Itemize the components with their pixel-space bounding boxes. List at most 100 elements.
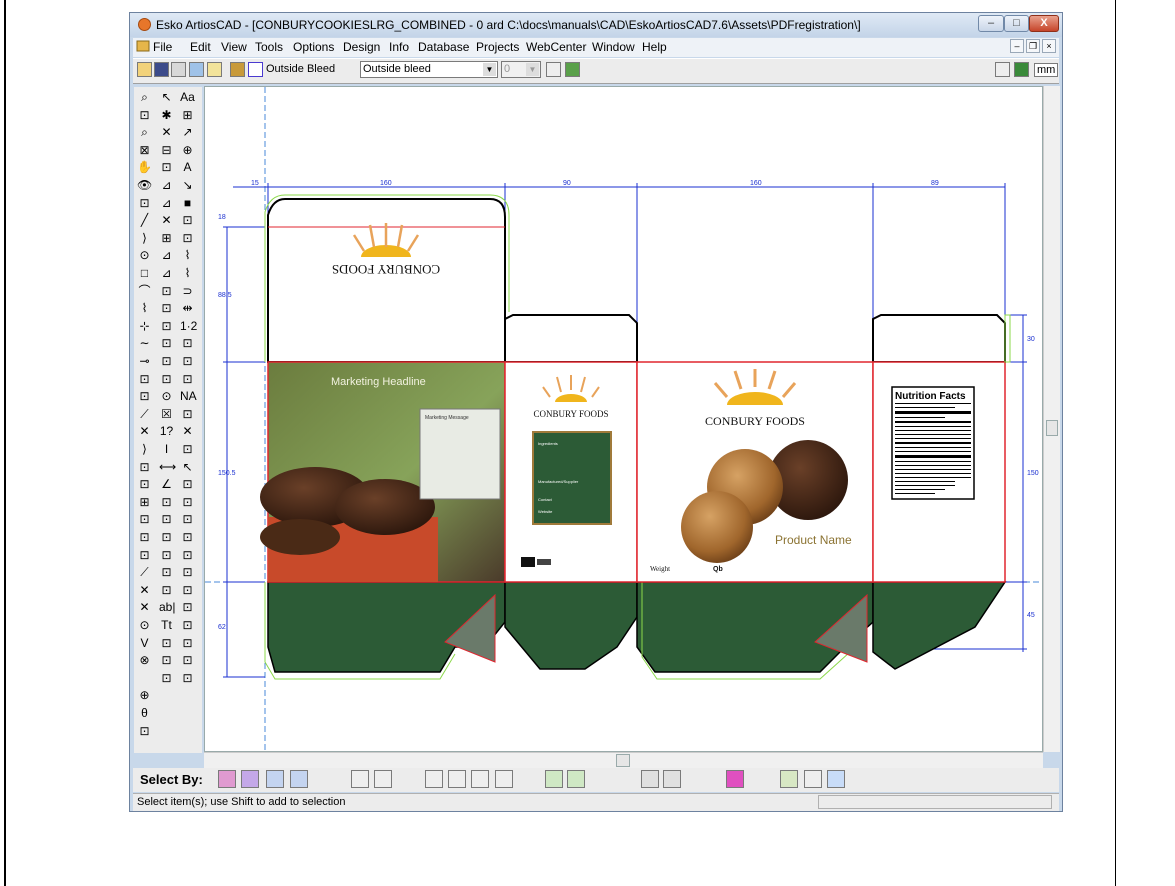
layer-toggle-icon[interactable]: [565, 62, 580, 77]
palette-tool-icon[interactable]: ⊡: [180, 371, 195, 387]
palette-tool-icon[interactable]: ⊡: [180, 212, 195, 228]
palette-tool-icon[interactable]: ⊠: [137, 142, 152, 158]
units-button[interactable]: mm: [1034, 63, 1059, 77]
menu-design[interactable]: Design: [343, 40, 380, 54]
grid-select-icon[interactable]: [545, 770, 563, 788]
palette-tool-icon[interactable]: ⊡: [137, 723, 152, 739]
vertical-scroll-thumb[interactable]: [1046, 420, 1058, 436]
palette-tool-icon[interactable]: ⊡: [180, 529, 195, 545]
palette-tool-icon[interactable]: ✕: [180, 423, 195, 439]
palette-tool-icon[interactable]: ⌒: [137, 283, 152, 299]
menu-view[interactable]: View: [221, 40, 247, 54]
palette-tool-icon[interactable]: ⊡: [180, 335, 195, 351]
palette-tool-icon[interactable]: ⊡: [137, 547, 152, 563]
layer-icon[interactable]: [546, 62, 561, 77]
palette-tool-icon[interactable]: ∠: [159, 476, 174, 492]
palette-tool-icon[interactable]: ⊡: [159, 159, 174, 175]
palette-tool-icon[interactable]: ⊡: [137, 511, 152, 527]
palette-tool-icon[interactable]: ⊡: [180, 617, 195, 633]
frame-select-icon[interactable]: [780, 770, 798, 788]
palette-tool-icon[interactable]: ⊡: [159, 529, 174, 545]
vertical-scrollbar[interactable]: [1043, 86, 1060, 752]
palette-tool-icon[interactable]: ⊡: [159, 300, 174, 316]
palette-tool-icon[interactable]: ⊡: [180, 230, 195, 246]
palette-tool-icon[interactable]: ⌇: [180, 247, 195, 263]
select-item-icon[interactable]: [218, 770, 236, 788]
pointer-add-icon[interactable]: [374, 770, 392, 788]
palette-tool-icon[interactable]: ⊿: [159, 247, 174, 263]
palette-tool-icon[interactable]: ab|: [159, 599, 175, 615]
palette-tool-icon[interactable]: □: [137, 265, 152, 281]
menu-file[interactable]: File: [153, 40, 172, 54]
palette-tool-icon[interactable]: ✕: [159, 124, 174, 140]
menu-window[interactable]: Window: [592, 40, 635, 54]
palette-tool-icon[interactable]: ⊡: [159, 353, 174, 369]
minimize-button[interactable]: –: [978, 15, 1004, 32]
outside-bleed-icon[interactable]: [248, 62, 263, 77]
palette-tool-icon[interactable]: ⊡: [159, 283, 174, 299]
palette-tool-icon[interactable]: ⊡: [180, 582, 195, 598]
palette-tool-icon[interactable]: ⇹: [180, 300, 195, 316]
palette-tool-icon[interactable]: ✕: [137, 582, 152, 598]
palette-tool-icon[interactable]: ✋: [137, 159, 152, 175]
palette-tool-icon[interactable]: ⊡: [180, 494, 195, 510]
palette-tool-icon[interactable]: ⊡: [159, 670, 174, 686]
menu-help[interactable]: Help: [642, 40, 667, 54]
palette-tool-icon[interactable]: ⊡: [180, 476, 195, 492]
palette-tool-icon[interactable]: ⊕: [137, 687, 152, 703]
palette-tool-icon[interactable]: ⊡: [137, 388, 152, 404]
palette-tool-icon[interactable]: ⊙: [137, 247, 152, 263]
palette-tool-icon[interactable]: ⊡: [159, 582, 174, 598]
save-icon[interactable]: [154, 62, 169, 77]
palette-tool-icon[interactable]: ⊡: [159, 564, 174, 580]
palette-tool-icon[interactable]: Tt: [159, 617, 174, 633]
palette-tool-icon[interactable]: ⊹: [137, 318, 152, 334]
menu-info[interactable]: Info: [389, 40, 409, 54]
palette-tool-icon[interactable]: ✱: [159, 107, 174, 123]
palette-tool-icon[interactable]: ✕: [137, 423, 152, 439]
palette-tool-icon[interactable]: ⟋: [137, 406, 152, 422]
mdi-close-button[interactable]: ×: [1042, 39, 1056, 53]
palette-tool-icon[interactable]: ↘: [180, 177, 195, 193]
mdi-minimize-button[interactable]: –: [1010, 39, 1024, 53]
palette-tool-icon[interactable]: ⊡: [137, 476, 152, 492]
palette-tool-icon[interactable]: ⊙: [137, 617, 152, 633]
arc-select-icon[interactable]: [641, 770, 659, 788]
palette-tool-icon[interactable]: ⌇: [180, 265, 195, 281]
palette-tool-icon[interactable]: ⊡: [180, 441, 195, 457]
palette-tool-icon[interactable]: ⊸: [137, 353, 152, 369]
palette-tool-icon[interactable]: ⌕: [137, 124, 152, 140]
menu-database[interactable]: Database: [418, 40, 469, 54]
number-select[interactable]: 0 ▼: [501, 61, 541, 78]
menu-tools[interactable]: Tools: [255, 40, 283, 54]
palette-tool-icon[interactable]: ✕: [159, 212, 174, 228]
palette-tool-icon[interactable]: A: [180, 159, 195, 175]
title-bar[interactable]: Esko ArtiosCAD - [CONBURYCOOKIESLRG_COMB…: [130, 13, 1062, 37]
palette-tool-icon[interactable]: ⊡: [180, 511, 195, 527]
palette-tool-icon[interactable]: ✕: [137, 599, 152, 615]
app-icon[interactable]: [138, 18, 151, 31]
close-button[interactable]: X: [1029, 15, 1059, 32]
palette-tool-icon[interactable]: ⊡: [159, 652, 174, 668]
palette-tool-icon[interactable]: ⊗: [137, 652, 152, 668]
palette-tool-icon[interactable]: ⊡: [137, 107, 152, 123]
palette-tool-icon[interactable]: ⊡: [180, 353, 195, 369]
pointer-icon[interactable]: [351, 770, 369, 788]
select-connected-icon[interactable]: [266, 770, 284, 788]
menu-options[interactable]: Options: [293, 40, 334, 54]
palette-tool-icon[interactable]: ⊿: [159, 177, 174, 193]
palette-tool-icon[interactable]: ⟩: [137, 230, 152, 246]
horizontal-scrollbar[interactable]: [204, 752, 1043, 768]
undo-select-icon[interactable]: [663, 770, 681, 788]
palette-tool-icon[interactable]: ⌕: [137, 89, 152, 105]
palette-tool-icon[interactable]: Aa: [180, 89, 195, 105]
palette-tool-icon[interactable]: I: [159, 441, 174, 457]
palette-tool-icon[interactable]: ⟷: [159, 459, 176, 475]
palette-tool-icon[interactable]: ⊡: [180, 670, 195, 686]
palette-tool-icon[interactable]: ⊡: [159, 547, 174, 563]
document-icon[interactable]: [136, 39, 150, 53]
menu-edit[interactable]: Edit: [190, 40, 211, 54]
palette-tool-icon[interactable]: ⊡: [180, 547, 195, 563]
palette-tool-icon[interactable]: ⊞: [180, 107, 195, 123]
palette-tool-icon[interactable]: ⊿: [159, 265, 174, 281]
